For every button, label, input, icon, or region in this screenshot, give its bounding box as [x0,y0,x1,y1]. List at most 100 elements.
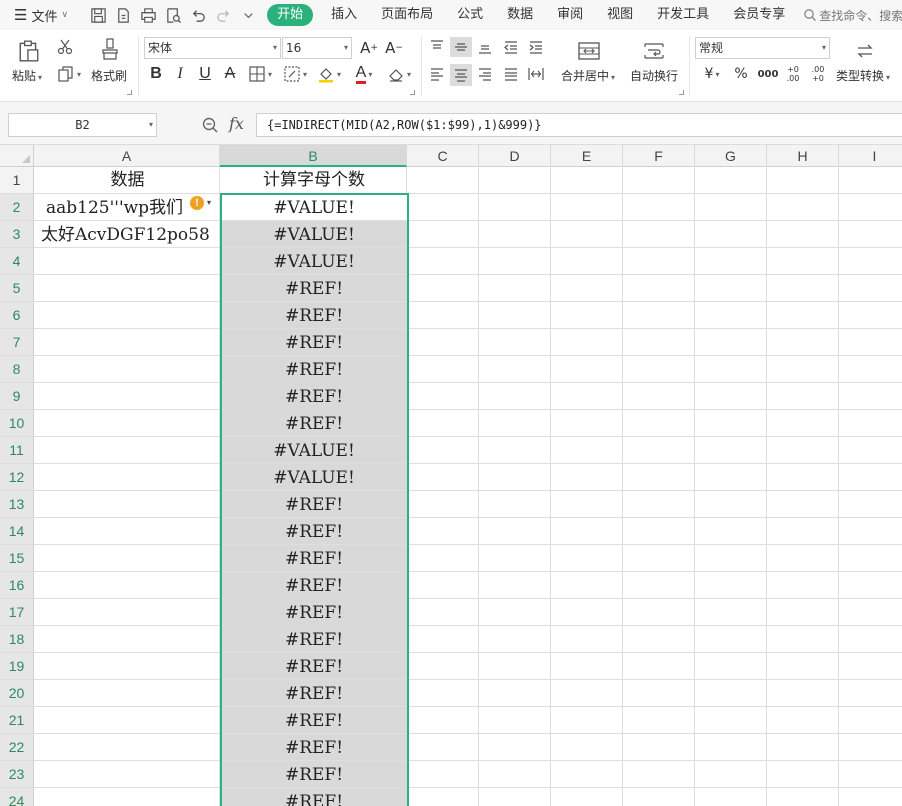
row-header-7[interactable]: 7 [0,329,34,356]
thousands-separator-button[interactable]: 000 [756,63,780,85]
currency-button[interactable]: ¥ ▾ [699,63,725,85]
cell-B9[interactable]: #REF! [221,383,407,409]
tab-developer[interactable]: 开发工具 [645,4,721,26]
cell-B20[interactable]: #REF! [221,680,407,706]
column-header-d[interactable]: D [479,145,551,167]
name-box[interactable]: B2 ▾ [8,113,157,137]
row-header-23[interactable]: 23 [0,761,34,788]
cell-B23[interactable]: #REF! [221,761,407,787]
row-header-24[interactable]: 24 [0,788,34,806]
cell-B8[interactable]: #REF! [221,356,407,382]
row-header-3[interactable]: 3 [0,221,34,248]
print-button[interactable] [136,3,161,27]
cell-B18[interactable]: #REF! [221,626,407,652]
tab-member[interactable]: 会员专享 [721,4,797,26]
row-header-21[interactable]: 21 [0,707,34,734]
italic-button[interactable]: I [170,63,190,85]
cell-B7[interactable]: #REF! [221,329,407,355]
redo-button[interactable] [211,3,236,27]
decrease-indent-button[interactable] [500,37,522,57]
underline-button[interactable]: U [195,63,215,85]
row-header-14[interactable]: 14 [0,518,34,545]
wrap-text-label[interactable]: 自动换行 [630,67,678,84]
export-pdf-button[interactable] [111,3,136,27]
row-header-16[interactable]: 16 [0,572,34,599]
cell-B10[interactable]: #REF! [221,410,407,436]
align-center-button[interactable] [450,64,472,86]
type-convert-button[interactable]: 类型转换 ▾ [836,67,890,84]
cell-B19[interactable]: #REF! [221,653,407,679]
tab-view[interactable]: 视图 [595,4,645,26]
strikethrough-button[interactable]: A [220,63,240,85]
cell-B17[interactable]: #REF! [221,599,407,625]
cut-button[interactable] [54,36,76,58]
column-header-c[interactable]: C [407,145,479,167]
merge-center-button[interactable]: 合并居中 ▾ [561,67,615,84]
paste-button[interactable] [14,36,44,66]
file-menu[interactable]: ☰ 文件 ∨ [0,0,74,30]
alignment-dialog-launcher[interactable] [679,90,684,95]
cell-B6[interactable]: #REF! [221,302,407,328]
tab-formulas[interactable]: 公式 [445,4,495,26]
tab-review[interactable]: 审阅 [545,4,595,26]
tab-home[interactable]: 开始 [267,4,314,26]
increase-decimal-button[interactable]: +0 .00 [782,63,804,85]
cell-B13[interactable]: #REF! [221,491,407,517]
grow-font-button[interactable]: A + [358,37,380,59]
decrease-decimal-button[interactable]: .00 +0 [807,63,829,85]
row-header-19[interactable]: 19 [0,653,34,680]
row-header-12[interactable]: 12 [0,464,34,491]
cell-fill-pattern-button[interactable]: ▾ [280,63,310,85]
align-left-button[interactable] [426,64,448,84]
row-header-10[interactable]: 10 [0,410,34,437]
row-header-11[interactable]: 11 [0,437,34,464]
row-header-13[interactable]: 13 [0,491,34,518]
column-header-b[interactable]: B [220,145,407,167]
clipboard-dialog-launcher[interactable] [127,90,132,95]
type-convert-icon-wrap[interactable] [851,38,879,64]
zoom-icon[interactable] [201,116,219,134]
percent-button[interactable]: % [731,63,751,85]
increase-indent-button[interactable] [525,37,547,57]
cell-B2[interactable]: #VALUE! [221,194,407,220]
cell-B14[interactable]: #REF! [221,518,407,544]
tab-data[interactable]: 数据 [495,4,545,26]
wrap-text-icon-wrap[interactable] [640,38,668,64]
fill-color-button[interactable]: ▾ [314,63,344,85]
column-header-f[interactable]: F [623,145,695,167]
shrink-font-button[interactable]: A − [383,37,405,59]
row-header-6[interactable]: 6 [0,302,34,329]
row-header-22[interactable]: 22 [0,734,34,761]
row-header-5[interactable]: 5 [0,275,34,302]
cell-B1[interactable]: 计算字母个数 [221,167,407,194]
cell-B16[interactable]: #REF! [221,572,407,598]
cell-B24[interactable]: #REF! [221,788,407,806]
row-header-17[interactable]: 17 [0,599,34,626]
align-bottom-button[interactable] [474,37,496,57]
cell-B15[interactable]: #REF! [221,545,407,571]
print-preview-button[interactable] [161,3,186,27]
borders-button[interactable]: ▾ [245,63,275,85]
justify-button[interactable] [500,64,522,84]
row-header-20[interactable]: 20 [0,680,34,707]
row-header-15[interactable]: 15 [0,545,34,572]
row-header-18[interactable]: 18 [0,626,34,653]
column-header-h[interactable]: H [767,145,839,167]
font-size-select[interactable]: 16 ▾ [282,37,352,59]
cell-B22[interactable]: #REF! [221,734,407,760]
select-all-corner[interactable] [0,145,34,167]
command-search[interactable]: 查找命令、搜索 [803,7,902,24]
row-header-8[interactable]: 8 [0,356,34,383]
row-header-9[interactable]: 9 [0,383,34,410]
align-middle-button[interactable] [450,37,472,57]
align-right-button[interactable] [474,64,496,84]
font-dialog-launcher[interactable] [410,90,415,95]
column-header-i[interactable]: I [839,145,902,167]
font-color-button[interactable]: A ▾ [349,63,379,85]
align-top-button[interactable] [426,37,448,57]
column-header-e[interactable]: E [551,145,623,167]
cell-A3[interactable]: 太好AcvDGF12po58 [35,221,220,248]
undo-button[interactable] [186,3,211,27]
cell-B5[interactable]: #REF! [221,275,407,301]
cell-B11[interactable]: #VALUE! [221,437,407,463]
